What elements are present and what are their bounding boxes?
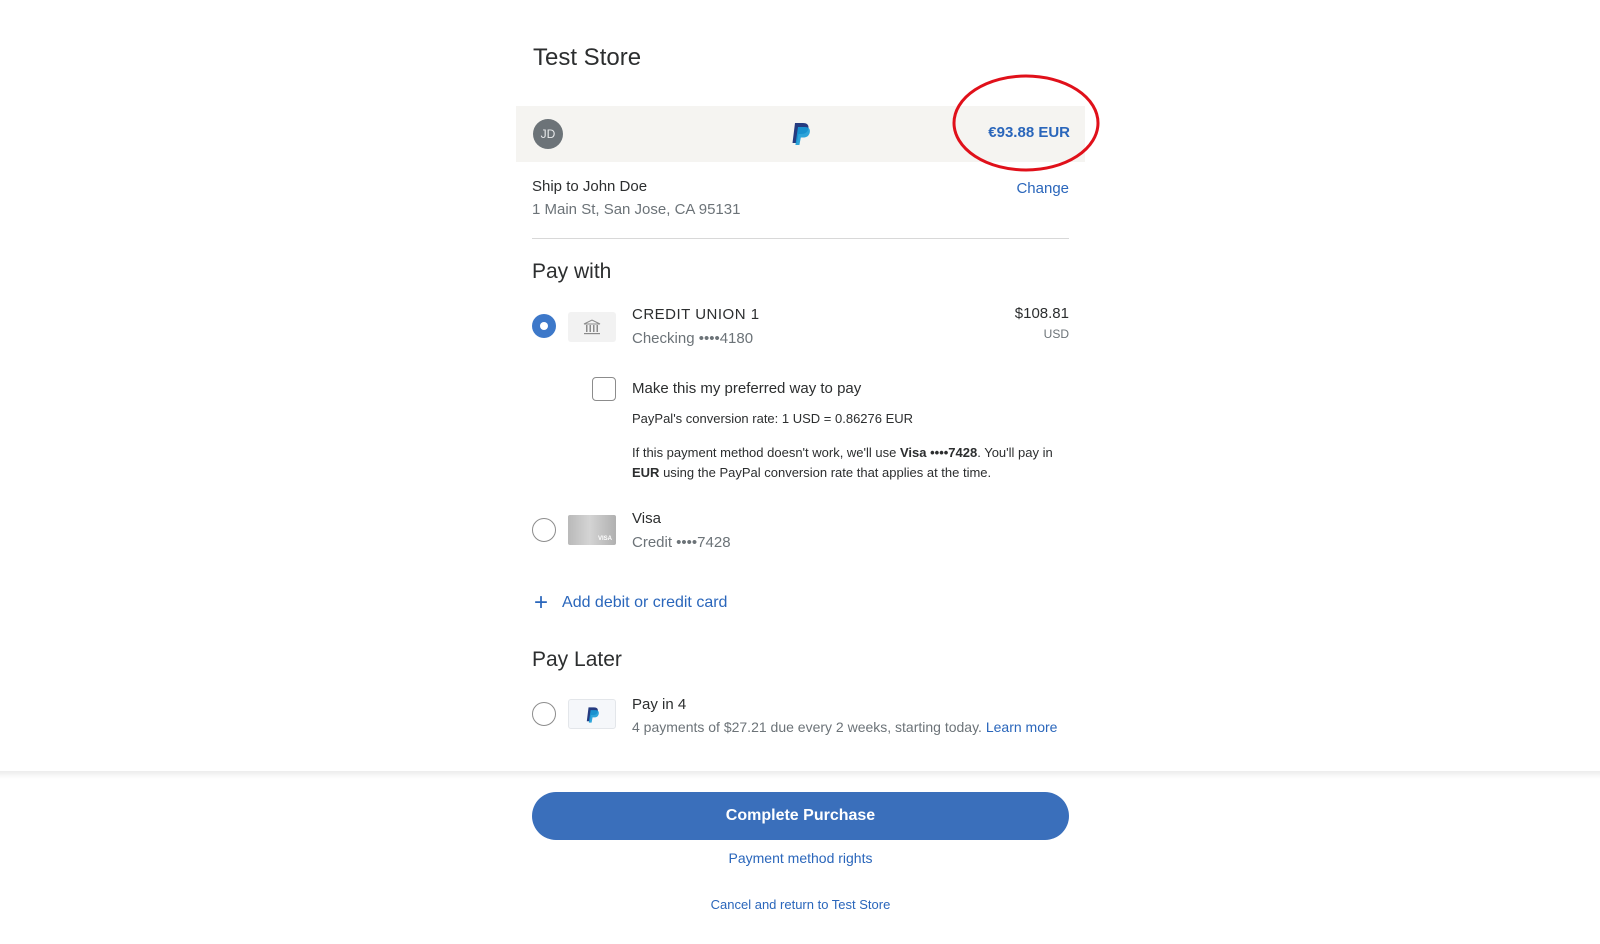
store-title: Test Store <box>533 44 642 71</box>
bank-name: CREDIT UNION 1 <box>632 306 760 323</box>
fallback-card: Visa ••••7428 <box>899 445 978 460</box>
paypal-logo-icon <box>792 123 810 145</box>
pay-with-title: Pay with <box>532 260 612 283</box>
visa-name: Visa <box>632 510 661 527</box>
visa-detail: Credit ••••7428 <box>632 534 731 551</box>
preferred-payment-label[interactable]: Make this my preferred way to pay <box>632 380 861 397</box>
highlight-annotation-circle <box>952 74 1100 172</box>
cancel-return-link[interactable]: Cancel and return to Test Store <box>532 897 1069 912</box>
learn-more-link[interactable]: Learn more <box>986 719 1058 735</box>
paypal-icon <box>586 707 599 723</box>
visa-card-mark: VISA <box>598 536 613 542</box>
pay-in-4-terms: 4 payments of $27.21 due every 2 weeks, … <box>632 719 982 735</box>
fallback-text-1: If this payment method doesn't work, we'… <box>632 445 900 460</box>
fallback-notice: If this payment method doesn't work, we'… <box>632 443 1072 483</box>
plus-icon: + <box>534 589 549 616</box>
bank-amount: $108.81 <box>1014 305 1069 322</box>
fallback-text-3: using the PayPal conversion rate that ap… <box>659 465 992 480</box>
pay-in-4-detail: 4 payments of $27.21 due every 2 weeks, … <box>632 719 1057 735</box>
divider <box>532 238 1069 239</box>
change-shipping-link[interactable]: Change <box>1000 180 1069 197</box>
ship-to-name: Ship to John Doe <box>532 178 648 195</box>
ship-to-address: 1 Main St, San Jose, CA 95131 <box>532 201 741 218</box>
radio-visa[interactable] <box>532 518 556 542</box>
conversion-rate-text: PayPal's conversion rate: 1 USD = 0.8627… <box>632 411 914 426</box>
complete-purchase-button[interactable]: Complete Purchase <box>532 792 1069 840</box>
radio-credit-union[interactable] <box>532 314 556 338</box>
radio-pay-in-4[interactable] <box>532 702 556 726</box>
add-card-label: Add debit or credit card <box>562 594 728 611</box>
payment-method-rights-link[interactable]: Payment method rights <box>532 850 1069 866</box>
fallback-currency: EUR <box>632 465 660 480</box>
bank-icon <box>568 312 616 342</box>
add-card-button[interactable]: + Add debit or credit card <box>534 589 728 616</box>
footer-shadow <box>0 771 1600 779</box>
pay-in-4-name: Pay in 4 <box>632 696 687 713</box>
bank-account-detail: Checking ••••4180 <box>632 330 754 347</box>
avatar[interactable]: JD <box>533 119 563 149</box>
bank-currency: USD <box>1043 327 1069 341</box>
preferred-payment-checkbox[interactable] <box>592 377 616 401</box>
pay-later-title: Pay Later <box>532 648 622 671</box>
fallback-text-2: . You'll pay in <box>977 445 1053 460</box>
